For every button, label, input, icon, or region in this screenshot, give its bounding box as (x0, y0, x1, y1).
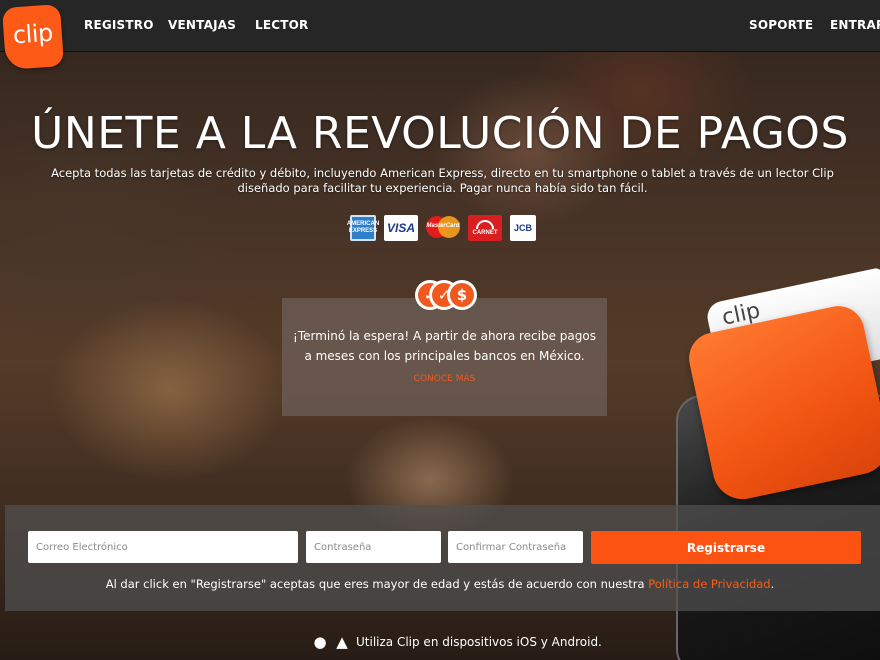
dollar-icon: $ (447, 280, 477, 310)
nav-link-entrar[interactable]: ENTRAR (830, 18, 880, 32)
carnet-card-icon: CARNET (468, 215, 502, 241)
amex-card-icon: AMERICAN EXPRESS (346, 215, 380, 241)
platform-footer: ● ▲ Utiliza Clip en dispositivos iOS y A… (312, 632, 602, 652)
clip-logo[interactable]: clip (1, 4, 65, 70)
accepted-cards: AMERICAN EXPRESS VISA MasterCard CARNET … (346, 215, 536, 241)
terms-notice: Al dar click en "Registrarse" aceptas qu… (0, 577, 880, 591)
nav-link-ventajas[interactable]: VENTAJAS (168, 18, 236, 32)
promo-text-line1: ¡Terminó la espera! A partir de ahora re… (293, 329, 596, 343)
nav-link-lector[interactable]: LECTOR (255, 18, 308, 32)
terms-text: Al dar click en "Registrarse" aceptas qu… (105, 577, 649, 591)
mastercard-icon: MasterCard (426, 215, 460, 241)
email-field[interactable] (28, 531, 298, 563)
promo-text: ¡Terminó la espera! A partir de ahora re… (282, 326, 607, 366)
privacy-policy-link[interactable]: Política de Privacidad (648, 577, 770, 591)
password-field[interactable] (306, 531, 441, 563)
jcb-card-icon: JCB (510, 215, 536, 241)
clip-card-reader (684, 301, 880, 505)
register-button[interactable]: Registrarse (591, 531, 861, 564)
amex-label: AMERICAN EXPRESS (346, 221, 380, 234)
confirm-password-field[interactable] (448, 531, 583, 563)
promo-badge-icons: ✓ ✓ $ (415, 280, 477, 310)
nav-link-registro[interactable]: REGISTRO (84, 18, 154, 32)
carnet-label: CARNET (472, 230, 498, 236)
conoce-mas-link[interactable]: CONOCE MÁS (282, 374, 607, 384)
jcb-label: JCB (513, 223, 532, 233)
apple-icon: ● (313, 633, 327, 651)
nav-link-soporte[interactable]: SOPORTE (749, 18, 813, 32)
terms-period: . (770, 577, 775, 591)
mastercard-label: MasterCard (426, 223, 460, 229)
footer-text: Utiliza Clip en dispositivos iOS y Andro… (356, 635, 602, 649)
android-icon: ▲ (336, 633, 348, 651)
top-navbar: REGISTRO VENTAJAS LECTOR SOPORTE ENTRAR (0, 0, 880, 52)
promo-text-line2: a meses con los principales bancos en Mé… (304, 349, 585, 363)
visa-card-icon: VISA (384, 215, 418, 241)
hero-subtitle: Acepta todas las tarjetas de crédito y d… (51, 166, 834, 195)
visa-label: VISA (386, 221, 415, 235)
promo-box: ¡Terminó la espera! A partir de ahora re… (282, 298, 607, 416)
logo-text: clip (11, 18, 54, 50)
hero-title: ÚNETE A LA REVOLUCIÓN DE PAGOS (31, 108, 849, 159)
